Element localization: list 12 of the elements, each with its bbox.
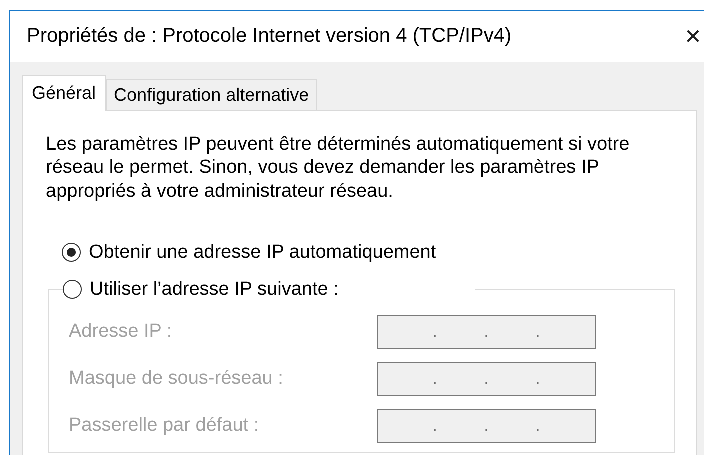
description-text: Les paramètres IP peuvent être déterminés automatiquement si votre réseau le permet. Sinon, vous devez demander les paramètres IP appropriés à votre administrateur réseau. — [46, 133, 631, 204]
radio-button[interactable] — [62, 243, 81, 262]
tab[interactable]: Général — [22, 75, 106, 111]
field-label: Masque de sous-réseau : — [69, 368, 284, 390]
field-label: Passerelle par défaut : — [69, 414, 260, 437]
radio-button[interactable] — [63, 280, 82, 300]
option-label[interactable]: Utiliser l’adresse IP suivante : — [90, 278, 339, 301]
field-label: Adresse IP : — [69, 320, 174, 343]
close-button[interactable]: ✕ — [680, 24, 704, 48]
tab[interactable]: Configuration alternative — [106, 79, 318, 110]
option-label[interactable]: Obtenir une adresse IP automatiquement — [89, 242, 436, 264]
window-title: Propriétés de : Protocole Internet version 4 (TCP/IPv4) — [27, 25, 512, 48]
